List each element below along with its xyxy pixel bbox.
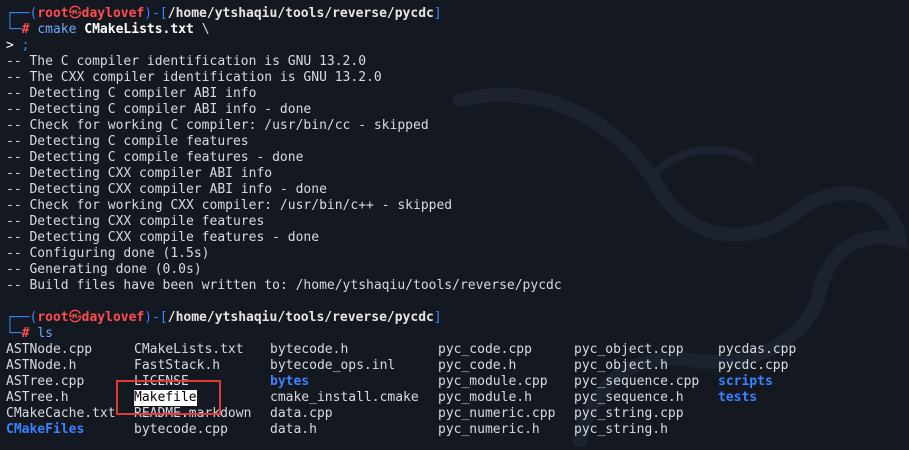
file-entry: cmake_install.cmake: [270, 390, 419, 405]
file-entry: pycdc.cpp: [718, 358, 789, 373]
output-line: -- Detecting CXX compile features: [6, 214, 265, 229]
continuation-line: > ;: [6, 38, 30, 53]
file-entry: pyc_numeric.cpp: [438, 406, 556, 421]
directory-entry: scripts: [718, 374, 773, 389]
prompt-header-1: ┌──(root㉿daylovef)-[/home/ytshaqiu/tools…: [6, 6, 442, 21]
output-line: -- Detecting CXX compiler ABI info: [6, 166, 273, 181]
file-entry: CMakeLists.txt: [134, 342, 244, 357]
output-line: -- Check for working C compiler: /usr/bi…: [6, 118, 429, 133]
file-entry: pyc_code.cpp: [438, 342, 532, 357]
file-entry: pyc_numeric.h: [438, 422, 540, 437]
output-line: -- Detecting C compile features: [6, 134, 249, 149]
skull-icon: ㉿: [68, 310, 82, 325]
output-line: -- Detecting C compiler ABI info: [6, 86, 257, 101]
output-line: -- Build files have been written to: /ho…: [6, 278, 562, 293]
file-entry: ASTNode.cpp: [6, 342, 93, 357]
output-line: -- Detecting CXX compiler ABI info - don…: [6, 182, 327, 197]
output-line: -- Detecting C compile features - done: [6, 150, 304, 165]
file-entry: pyc_object.h: [574, 358, 668, 373]
prompt-header-2: ┌──(root㉿daylovef)-[/home/ytshaqiu/tools…: [6, 310, 442, 325]
file-entry: pyc_string.h: [574, 422, 668, 437]
directory-entry: tests: [718, 390, 758, 405]
file-entry: ASTree.h: [6, 390, 69, 405]
terminal[interactable]: ┌──(root㉿daylovef)-[/home/ytshaqiu/tools…: [6, 6, 906, 438]
file-entry: pyc_string.cpp: [574, 406, 684, 421]
prompt-command-2: └─# ls: [6, 326, 53, 341]
output-line: -- The CXX compiler identification is GN…: [6, 70, 382, 85]
output-line: -- Detecting CXX compile features - done: [6, 230, 320, 245]
file-entry: ASTree.cpp: [6, 374, 85, 389]
skull-icon: ㉿: [68, 6, 82, 21]
file-entry: pyc_module.h: [438, 390, 532, 405]
file-entry: pyc_object.cpp: [574, 342, 684, 357]
file-entry: CMakeCache.txt: [6, 406, 116, 421]
prompt-command-1: └─# cmake CMakeLists.txt \: [6, 22, 210, 37]
output-line: -- Configuring done (1.5s): [6, 246, 210, 261]
file-entry: pyc_sequence.cpp: [574, 374, 700, 389]
file-entry: pyc_code.h: [438, 358, 517, 373]
highlight-box: [116, 380, 221, 415]
file-entry: bytecode.cpp: [134, 422, 228, 437]
output-line: -- Detecting C compiler ABI info - done: [6, 102, 312, 117]
cmake-output: -- The C compiler identification is GNU …: [6, 54, 906, 294]
file-entry: data.h: [270, 422, 317, 437]
output-line: -- Check for working CXX compiler: /usr/…: [6, 198, 453, 213]
directory-entry: CMakeFiles: [6, 422, 85, 437]
file-entry: pyc_module.cpp: [438, 374, 548, 389]
file-entry: FastStack.h: [134, 358, 221, 373]
file-entry: data.cpp: [270, 406, 333, 421]
output-line: -- Generating done (0.0s): [6, 262, 202, 277]
file-entry: bytecode.h: [270, 342, 349, 357]
file-entry: ASTNode.h: [6, 358, 77, 373]
file-entry: bytecode_ops.inl: [270, 358, 396, 373]
output-line: -- The C compiler identification is GNU …: [6, 54, 367, 69]
directory-entry: bytes: [270, 374, 310, 389]
file-entry: pyc_sequence.h: [574, 390, 684, 405]
file-entry: pycdas.cpp: [718, 342, 797, 357]
